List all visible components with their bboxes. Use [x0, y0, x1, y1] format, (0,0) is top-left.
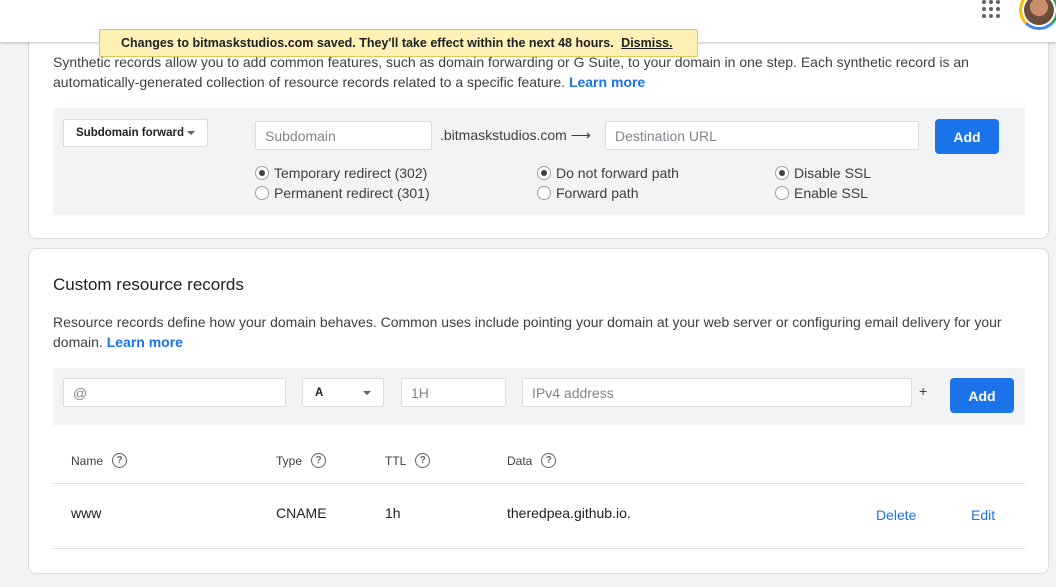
delete-record-button[interactable]: Delete — [876, 507, 916, 523]
radio-indicator — [537, 186, 551, 200]
record-name-input[interactable] — [63, 378, 286, 407]
column-header-ttl: TTL ? — [385, 453, 431, 468]
radio-indicator — [255, 166, 269, 180]
radio-indicator — [775, 186, 789, 200]
synthetic-learn-more-link[interactable]: Learn more — [569, 74, 645, 90]
custom-description-text: Resource records define how your domain … — [53, 314, 1002, 350]
radio-indicator — [255, 186, 269, 200]
column-label: Type — [276, 453, 303, 468]
table-divider — [53, 483, 1025, 484]
resource-record-form: A + Add — [53, 368, 1025, 425]
help-circle-icon[interactable]: ? — [311, 453, 327, 468]
radio-label: Do not forward path — [556, 165, 679, 181]
record-data-input[interactable] — [522, 378, 912, 407]
radio-label: Temporary redirect (302) — [274, 165, 428, 181]
radio-disable-ssl[interactable]: Disable SSL — [775, 165, 871, 181]
radio-label: Disable SSL — [794, 165, 872, 181]
column-header-name: Name ? — [71, 453, 128, 468]
record-type-value: A — [315, 386, 324, 399]
radio-forward-path[interactable]: Forward path — [537, 185, 638, 201]
user-avatar[interactable] — [1019, 0, 1056, 30]
subdomain-input[interactable] — [255, 121, 432, 150]
radio-label: Enable SSL — [794, 185, 868, 201]
caret-down-icon — [363, 390, 371, 395]
section-title: Custom resource records — [53, 275, 244, 294]
saved-toast: Changes to bitmaskstudios.com saved. The… — [99, 29, 698, 57]
radio-indicator — [775, 166, 789, 180]
domain-suffix: .bitmaskstudios.com ⟶ — [440, 127, 591, 143]
custom-records-card: Custom resource records Resource records… — [28, 248, 1049, 574]
help-circle-icon[interactable]: ? — [415, 453, 431, 468]
table-divider — [53, 548, 1025, 549]
cell-ttl: 1h — [385, 505, 401, 521]
record-add-button[interactable]: Add — [950, 378, 1014, 413]
ttl-input[interactable] — [401, 378, 506, 407]
column-header-type: Type ? — [276, 453, 327, 468]
radio-indicator — [537, 166, 551, 180]
synthetic-type-select[interactable]: Subdomain forward — [63, 119, 208, 147]
column-header-data: Data ? — [507, 453, 557, 468]
synthetic-record-form: Subdomain forward .bitmaskstudios.com ⟶ … — [53, 108, 1025, 215]
toast-message: Changes to bitmaskstudios.com saved. The… — [121, 36, 614, 50]
custom-description: Resource records define how your domain … — [53, 312, 1013, 352]
synthetic-description-text: Synthetic records allow you to add commo… — [53, 54, 969, 90]
edit-record-button[interactable]: Edit — [971, 507, 995, 523]
cell-data: theredpea.github.io. — [507, 505, 631, 521]
destination-url-input[interactable] — [605, 121, 919, 150]
record-type-select[interactable]: A — [302, 378, 384, 407]
column-label: TTL — [385, 453, 407, 468]
help-circle-icon[interactable]: ? — [541, 453, 557, 468]
caret-down-icon — [187, 131, 195, 135]
help-circle-icon[interactable]: ? — [112, 453, 128, 468]
radio-enable-ssl[interactable]: Enable SSL — [775, 185, 868, 201]
synthetic-description: Synthetic records allow you to add commo… — [53, 52, 1013, 92]
column-label: Data — [507, 453, 533, 468]
radio-permanent-redirect[interactable]: Permanent redirect (301) — [255, 185, 430, 201]
custom-learn-more-link[interactable]: Learn more — [107, 334, 183, 350]
cell-name: www — [71, 505, 102, 521]
column-label: Name — [71, 453, 104, 468]
radio-do-not-forward-path[interactable]: Do not forward path — [537, 165, 679, 181]
synthetic-type-value: Subdomain forward — [76, 127, 184, 139]
radio-label: Permanent redirect (301) — [274, 185, 430, 201]
dismiss-link[interactable]: Dismiss. — [621, 36, 672, 50]
synthetic-add-button[interactable]: Add — [935, 119, 999, 154]
apps-grid-icon[interactable] — [982, 0, 1000, 18]
radio-label: Forward path — [556, 185, 639, 201]
add-data-plus-icon[interactable]: + — [919, 383, 927, 399]
cell-type: CNAME — [276, 505, 327, 521]
radio-temporary-redirect[interactable]: Temporary redirect (302) — [255, 165, 427, 181]
